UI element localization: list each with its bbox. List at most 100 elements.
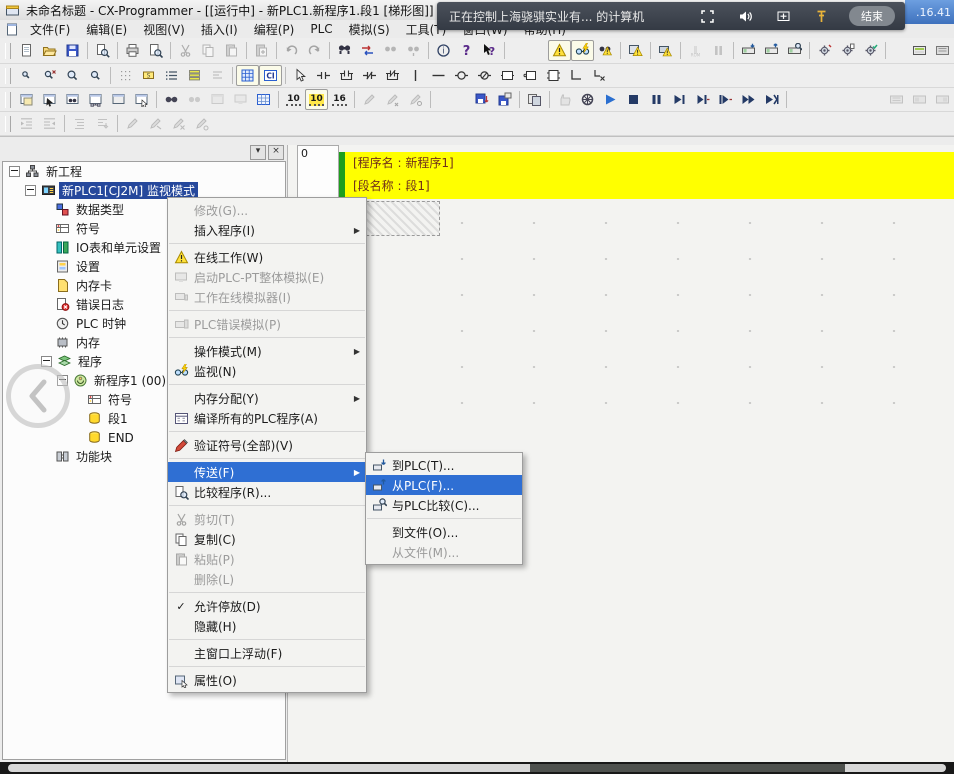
paste-special-button[interactable] bbox=[250, 40, 273, 61]
compare-symbols-button[interactable] bbox=[91, 40, 114, 61]
coil-button[interactable] bbox=[450, 65, 473, 86]
monitor-switch-icon[interactable] bbox=[775, 8, 791, 24]
menu-item-plcf[interactable]: 从PLC(F)... bbox=[366, 475, 522, 495]
menu-item-r[interactable]: 比较程序(R)... bbox=[168, 482, 366, 502]
work-online-button[interactable] bbox=[548, 40, 571, 61]
sim-pause-button[interactable] bbox=[645, 89, 668, 110]
cut-button[interactable] bbox=[174, 40, 197, 61]
instruction-button[interactable] bbox=[496, 65, 519, 86]
menu-plc[interactable]: PLC bbox=[302, 21, 340, 37]
tree-item-[interactable]: 新工程 bbox=[3, 162, 285, 181]
menu-item-d[interactable]: ✓允许停放(D) bbox=[168, 596, 366, 616]
menu-item-i[interactable]: 插入程序(I)▶ bbox=[168, 220, 366, 240]
grid-button[interactable] bbox=[114, 65, 137, 86]
contact-nc-or-button[interactable] bbox=[381, 65, 404, 86]
plc-edge-b-button[interactable] bbox=[908, 89, 931, 110]
line-connect-button[interactable] bbox=[565, 65, 588, 86]
menu-item-f[interactable]: 传送(F)▶ bbox=[168, 462, 366, 482]
menu-item-p[interactable]: 粘贴(P) bbox=[168, 549, 366, 569]
zoom-fit-button[interactable] bbox=[38, 65, 61, 86]
redo-button[interactable] bbox=[303, 40, 326, 61]
pen-force-off-button[interactable] bbox=[144, 113, 167, 134]
save-project-button[interactable] bbox=[61, 40, 84, 61]
smart-input-button[interactable] bbox=[236, 65, 259, 86]
menu-item-o[interactable]: 属性(O) bbox=[168, 670, 366, 690]
menu-item-c[interactable]: 复制(C) bbox=[168, 529, 366, 549]
line-delete-button[interactable] bbox=[588, 65, 611, 86]
contact-no-button[interactable] bbox=[312, 65, 335, 86]
sim-scan-button[interactable] bbox=[553, 89, 576, 110]
list-view-button[interactable] bbox=[160, 65, 183, 86]
symbol-display-button[interactable]: S bbox=[137, 65, 160, 86]
monitor-gray-button[interactable] bbox=[229, 89, 252, 110]
undo-button[interactable] bbox=[280, 40, 303, 61]
device-sim-button[interactable] bbox=[624, 40, 647, 61]
zoom-out-button[interactable] bbox=[84, 65, 107, 86]
fmt-10-monitor-button[interactable]: 10 bbox=[305, 89, 328, 110]
menu-item-t[interactable]: 剪切(T) bbox=[168, 509, 366, 529]
menu-item-y[interactable]: 内存分配(Y)▶ bbox=[168, 388, 366, 408]
win-float-button[interactable] bbox=[15, 89, 38, 110]
watch-glasses-button[interactable] bbox=[160, 89, 183, 110]
sim-step-in-button[interactable] bbox=[691, 89, 714, 110]
select-arrow-button[interactable] bbox=[289, 65, 312, 86]
menu-p[interactable]: 编程(P) bbox=[246, 20, 303, 39]
download-plc-button[interactable] bbox=[737, 40, 760, 61]
horizontal-line-button[interactable] bbox=[427, 65, 450, 86]
sim-continuous-button[interactable] bbox=[737, 89, 760, 110]
online-simulator-button[interactable] bbox=[654, 40, 677, 61]
open-project-button[interactable] bbox=[38, 40, 61, 61]
outline-collapse-button[interactable] bbox=[68, 113, 91, 134]
pause-monitor-button[interactable] bbox=[594, 40, 617, 61]
menu-item-plcpte[interactable]: 启动PLC-PT整体模拟(E) bbox=[168, 267, 366, 287]
win-frame-button[interactable] bbox=[107, 89, 130, 110]
menu-item-l[interactable]: 删除(L) bbox=[168, 569, 366, 589]
menu-e[interactable]: 编辑(E) bbox=[78, 20, 135, 39]
transfer-verify-button[interactable] bbox=[859, 40, 882, 61]
help-button[interactable]: ? bbox=[455, 40, 478, 61]
mem-cassette-button[interactable] bbox=[931, 40, 954, 61]
menu-item-o[interactable]: 到文件(O)... bbox=[366, 522, 522, 542]
transfer-settings-button[interactable] bbox=[813, 40, 836, 61]
pen-force-on-button[interactable] bbox=[121, 113, 144, 134]
replace-button[interactable] bbox=[379, 40, 402, 61]
vertical-line-button[interactable] bbox=[404, 65, 427, 86]
mem-transfer-button[interactable] bbox=[470, 89, 493, 110]
win-gray-button[interactable] bbox=[206, 89, 229, 110]
tree-expander-minus[interactable] bbox=[25, 185, 36, 196]
menu-item-plcc[interactable]: 与PLC比较(C)... bbox=[366, 495, 522, 515]
compare-plc-btn-button[interactable] bbox=[783, 40, 806, 61]
find-button[interactable] bbox=[333, 40, 356, 61]
menu-s[interactable]: 模拟(S) bbox=[341, 20, 398, 39]
win-watch-button[interactable] bbox=[61, 89, 84, 110]
plc-edge-a-button[interactable] bbox=[885, 89, 908, 110]
rung-shrink-button[interactable] bbox=[206, 65, 229, 86]
function-call-button[interactable] bbox=[542, 65, 565, 86]
coil-closed-button[interactable] bbox=[473, 65, 496, 86]
toolbar-grip[interactable] bbox=[5, 43, 11, 59]
chevron-down-icon[interactable]: ▾ bbox=[250, 145, 266, 160]
menu-item-g[interactable]: 修改(G)... bbox=[168, 200, 366, 220]
plc-edge-c-button[interactable] bbox=[931, 89, 954, 110]
watch-gray-button[interactable] bbox=[183, 89, 206, 110]
menu-item-i[interactable]: 工作在线模拟器(I) bbox=[168, 287, 366, 307]
win-props-button[interactable] bbox=[130, 89, 153, 110]
menu-item-v[interactable]: 验证符号(全部)(V) bbox=[168, 435, 366, 455]
change-all-button[interactable] bbox=[356, 40, 379, 61]
speaker-icon[interactable] bbox=[737, 8, 753, 24]
menu-f[interactable]: 文件(F) bbox=[22, 20, 78, 39]
menu-item-m[interactable]: 操作模式(M)▶ bbox=[168, 341, 366, 361]
sim-stop-button[interactable] bbox=[622, 89, 645, 110]
mem-compare-button[interactable] bbox=[523, 89, 546, 110]
sim-play-button[interactable] bbox=[599, 89, 622, 110]
remote-tool-icon[interactable] bbox=[813, 8, 829, 24]
sim-to-end-button[interactable] bbox=[760, 89, 783, 110]
zoom-in-button[interactable] bbox=[61, 65, 84, 86]
toolbar-grip[interactable] bbox=[5, 68, 11, 84]
paste-button[interactable] bbox=[220, 40, 243, 61]
fmt-10-button[interactable]: 10 bbox=[282, 89, 305, 110]
print-preview-button[interactable] bbox=[144, 40, 167, 61]
outline-expand-button[interactable] bbox=[91, 113, 114, 134]
diff-add-button[interactable] bbox=[358, 89, 381, 110]
contact-nc-button[interactable] bbox=[358, 65, 381, 86]
